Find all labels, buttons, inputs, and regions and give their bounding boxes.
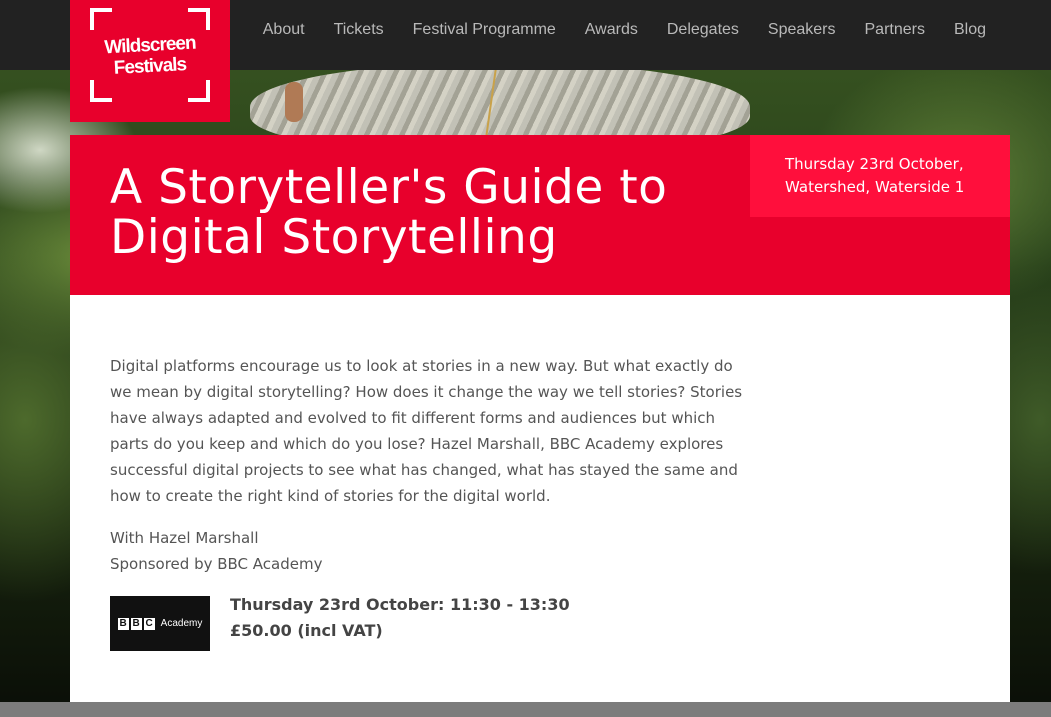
logo-corner-top-left xyxy=(90,8,112,30)
bbc-letter-c: C xyxy=(143,617,155,630)
session-price: £50.00 (incl VAT) xyxy=(230,621,383,640)
event-date-venue: Thursday 23rd October, Watershed, Waters… xyxy=(750,135,1010,217)
bbc-letter-blocks: B B C xyxy=(117,617,155,630)
nav-item-blog[interactable]: Blog xyxy=(939,21,1000,39)
session-info: Thursday 23rd October: 11:30 - 13:30 £50… xyxy=(230,592,570,644)
bbc-academy-word: Academy xyxy=(160,618,203,629)
logo-corner-top-right xyxy=(188,8,210,30)
bbc-academy-logo: B B C Academy xyxy=(110,596,210,651)
logo-corner-bottom-left xyxy=(90,80,112,102)
event-byline: With Hazel Marshall Sponsored by BBC Aca… xyxy=(110,525,322,577)
event-details: Digital platforms encourage us to look a… xyxy=(70,295,1010,702)
site-logo[interactable]: Wildscreen Festivals xyxy=(70,0,230,122)
session-time: Thursday 23rd October: 11:30 - 13:30 xyxy=(230,595,570,614)
nav-item-partners[interactable]: Partners xyxy=(850,21,939,39)
bbc-letter-b2: B xyxy=(130,617,142,630)
logo-corner-bottom-right xyxy=(188,80,210,102)
footer-strip xyxy=(0,702,1051,717)
nav-item-speakers[interactable]: Speakers xyxy=(753,21,850,39)
nav-item-awards[interactable]: Awards xyxy=(570,21,652,39)
event-header: A Storyteller's Guide to Digital Storyte… xyxy=(70,135,1010,295)
climber-hand xyxy=(285,82,303,122)
event-date: Thursday 23rd October, xyxy=(785,155,964,173)
bbc-letter-b1: B xyxy=(117,617,129,630)
nav-item-about[interactable]: About xyxy=(248,21,319,39)
event-description: Digital platforms encourage us to look a… xyxy=(110,357,743,505)
event-venue: Watershed, Waterside 1 xyxy=(785,178,965,196)
main-nav: About Tickets Festival Programme Awards … xyxy=(248,0,1000,60)
speaker-line: With Hazel Marshall xyxy=(110,529,259,547)
nav-item-delegates[interactable]: Delegates xyxy=(652,21,753,39)
page-title: A Storyteller's Guide to Digital Storyte… xyxy=(110,160,668,265)
nav-item-tickets[interactable]: Tickets xyxy=(319,21,398,39)
nav-item-festival-programme[interactable]: Festival Programme xyxy=(398,21,570,39)
sponsor-line: Sponsored by BBC Academy xyxy=(110,555,323,573)
